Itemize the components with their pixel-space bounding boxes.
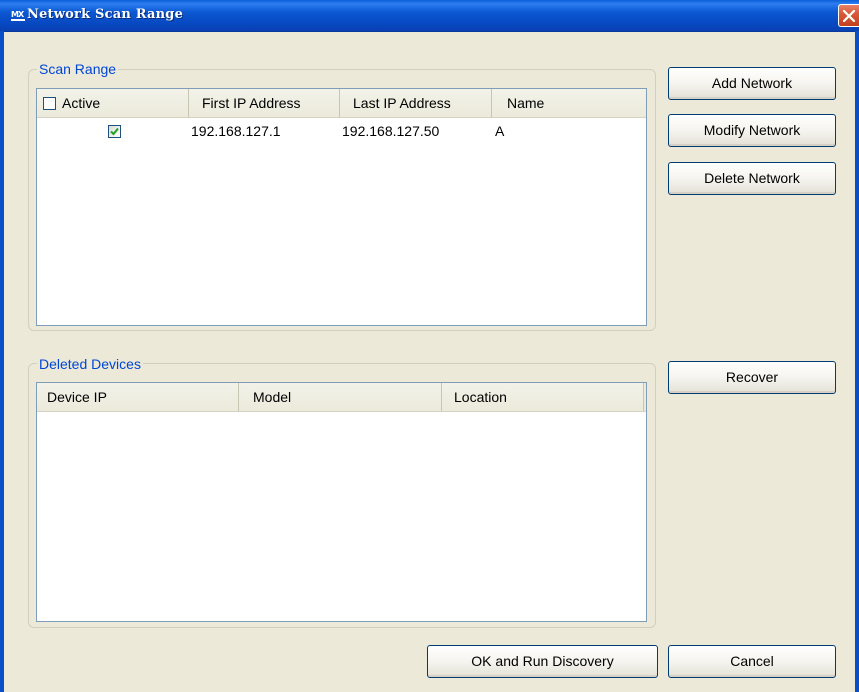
modify-network-button[interactable]: Modify Network (668, 114, 836, 147)
add-network-button[interactable]: Add Network (668, 67, 836, 100)
close-button[interactable] (838, 4, 859, 27)
row-last-ip: 192.168.127.50 (342, 123, 440, 139)
cancel-button[interactable]: Cancel (668, 645, 836, 678)
column-label-first-ip: First IP Address (202, 95, 301, 111)
row-name: A (495, 123, 505, 139)
checkmark-icon (110, 127, 119, 136)
window-border-right (855, 31, 859, 692)
column-header-last-ip[interactable]: Last IP Address (340, 89, 492, 117)
column-label-active: Active (62, 95, 101, 111)
close-icon (843, 10, 855, 22)
window-border-left (0, 31, 4, 692)
column-header-model[interactable]: Model (239, 383, 442, 411)
column-header-device-ip[interactable]: Device IP (37, 383, 239, 411)
row-active-checkbox[interactable] (108, 125, 121, 138)
scan-range-table[interactable]: Active First IP Address Last IP Address … (36, 88, 647, 326)
delete-network-button[interactable]: Delete Network (668, 162, 836, 195)
column-label-name: Name (507, 95, 545, 111)
column-header-name[interactable]: Name (492, 89, 646, 117)
column-header-active[interactable]: Active (37, 89, 189, 117)
column-label-device-ip: Device IP (47, 389, 107, 405)
window-title: Network Scan Range (27, 7, 184, 22)
table-row[interactable]: 192.168.127.1 192.168.127.50 A (37, 121, 646, 141)
column-header-location[interactable]: Location (442, 383, 644, 411)
recover-button[interactable]: Recover (668, 361, 836, 394)
column-header-first-ip[interactable]: First IP Address (189, 89, 340, 117)
column-label-last-ip: Last IP Address (353, 95, 451, 111)
mx-logo-icon: MX (11, 10, 25, 21)
ok-run-discovery-button[interactable]: OK and Run Discovery (427, 645, 658, 678)
select-all-checkbox[interactable] (43, 97, 56, 110)
column-label-location: Location (454, 389, 507, 405)
deleted-devices-table[interactable]: Device IP Model Location (36, 382, 647, 622)
deleted-devices-header: Device IP Model Location (37, 383, 646, 412)
scan-range-label: Scan Range (37, 61, 119, 77)
title-bar[interactable]: MX Network Scan Range (0, 0, 859, 32)
row-first-ip: 192.168.127.1 (191, 123, 281, 139)
scan-range-header: Active First IP Address Last IP Address … (37, 89, 646, 118)
column-label-model: Model (253, 389, 292, 405)
deleted-devices-label: Deleted Devices (37, 356, 143, 372)
